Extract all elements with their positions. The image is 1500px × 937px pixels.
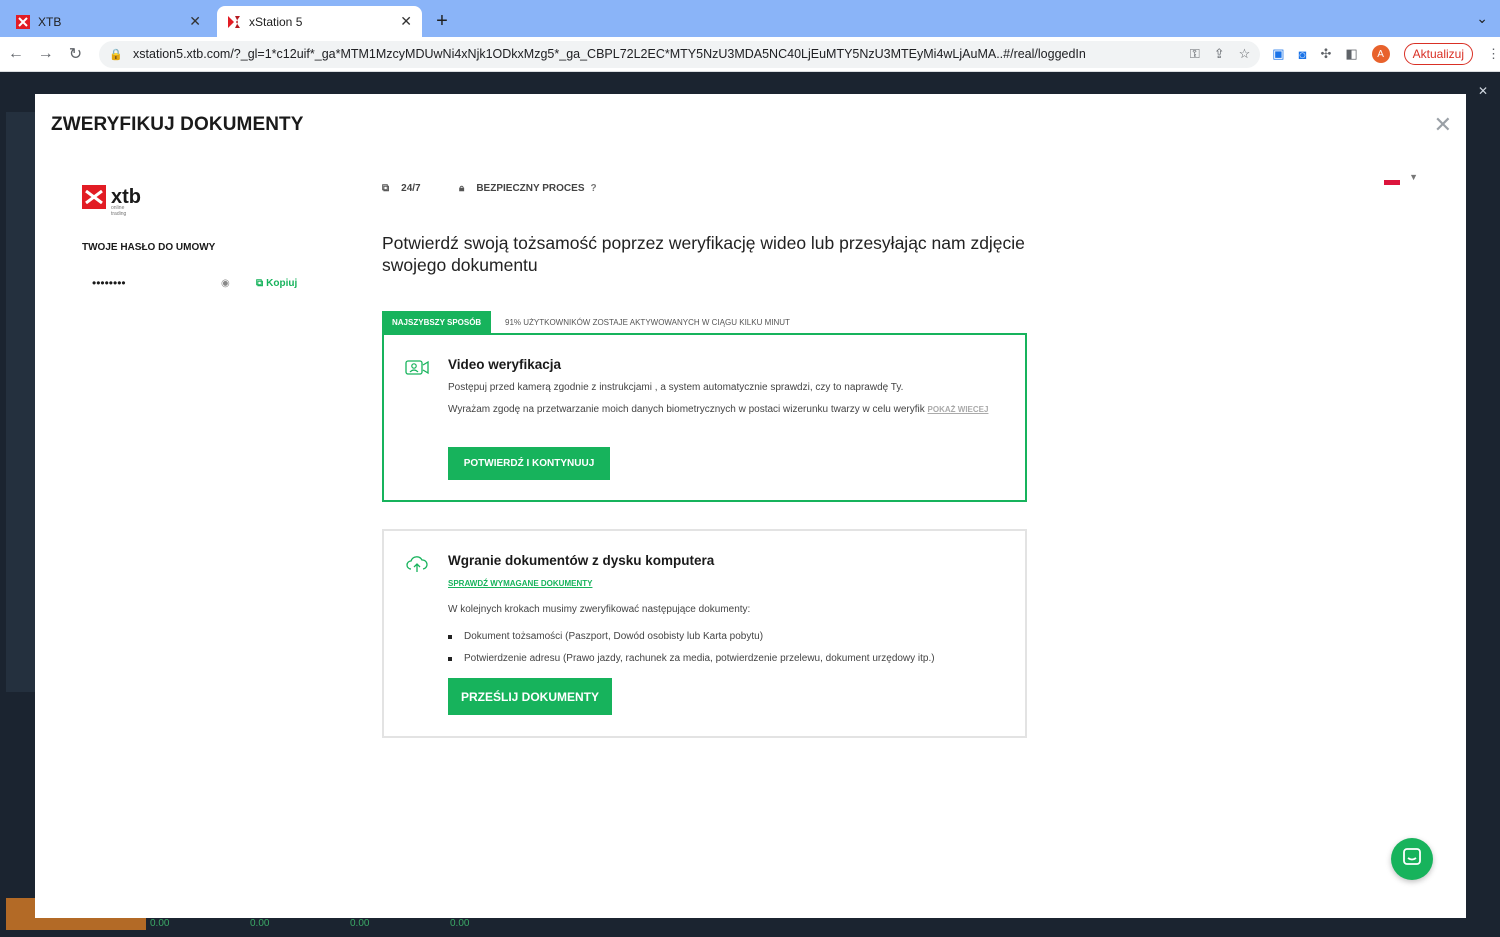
modal-title: ZWERYFIKUJ DOKUMENTY bbox=[51, 114, 304, 135]
profile-avatar[interactable]: A bbox=[1371, 45, 1390, 63]
help-icon[interactable]: ? bbox=[591, 183, 597, 194]
video-card-text: Postępuj przed kamerą zgodnie z instrukc… bbox=[448, 382, 904, 393]
tab-search-chevron-icon[interactable]: ⌄ bbox=[1476, 10, 1488, 27]
background-value: 0.00 bbox=[450, 918, 470, 929]
chat-button[interactable] bbox=[1391, 838, 1433, 880]
xtb-logo: xtb online trading bbox=[82, 185, 141, 217]
required-documents-list: Dokument tożsamości (Paszport, Dowód oso… bbox=[448, 631, 935, 675]
cloud-upload-icon bbox=[405, 555, 429, 578]
upload-documents-button[interactable]: PRZEŚLIJ DOKUMENTY bbox=[448, 678, 612, 715]
share-icon[interactable]: ⇪ bbox=[1214, 46, 1225, 62]
copy-icon: ⧉ bbox=[256, 278, 264, 289]
feature-247: ⧉ 24/7 bbox=[382, 183, 421, 194]
video-verification-card: Video weryfikacja Postępuj przed kamerą … bbox=[382, 333, 1027, 502]
bookmark-star-icon[interactable]: ☆ bbox=[1239, 46, 1251, 62]
feature-secure: 🔒︎ BEZPIECZNY PROCES ? bbox=[459, 183, 597, 194]
browser-toolbar: ← → ↻ 🔒 xstation5.xtb.com/?_gl=1*c12uif*… bbox=[0, 37, 1500, 72]
feature-label: 24/7 bbox=[401, 183, 421, 194]
upload-documents-card: Wgranie dokumentów z dysku komputera SPR… bbox=[382, 529, 1027, 738]
confirm-continue-button[interactable]: POTWIERDŹ I KONTYNUUJ bbox=[448, 447, 610, 480]
language-flag-icon[interactable] bbox=[1384, 176, 1400, 185]
upload-card-title: Wgranie dokumentów z dysku komputera bbox=[448, 553, 715, 568]
tab-xtb[interactable]: XTB ✕ bbox=[6, 6, 211, 37]
background-value: 0.00 bbox=[350, 918, 370, 929]
list-item-text: Dokument tożsamości (Paszport, Dowód oso… bbox=[464, 631, 764, 642]
fastest-note: 91% UŻYTKOWNIKÓW ZOSTAJE AKTYWOWANYCH W … bbox=[505, 318, 790, 327]
list-item: Potwierdzenie adresu (Prawo jazdy, rachu… bbox=[448, 653, 935, 664]
tab-title: XTB bbox=[38, 14, 62, 29]
reload-icon[interactable]: ↻ bbox=[62, 44, 90, 64]
xstation-favicon-icon bbox=[227, 15, 241, 29]
logo-tagline: online trading bbox=[111, 205, 127, 217]
market-watch-panel bbox=[6, 112, 36, 692]
background-value: 0.00 bbox=[150, 918, 170, 929]
chat-bubbles-icon: ⧉ bbox=[382, 183, 390, 194]
check-documents-link[interactable]: SPRAWDŹ WYMAGANE DOKUMENTY bbox=[448, 579, 592, 588]
lock-icon[interactable]: 🔒 bbox=[109, 48, 123, 61]
extension-icon[interactable]: ◙ bbox=[1299, 47, 1307, 62]
menu-dots-icon[interactable]: ⋮ bbox=[1487, 46, 1500, 62]
tab-xstation[interactable]: xStation 5 ✕ bbox=[217, 6, 422, 37]
copy-label: Kopiuj bbox=[266, 278, 298, 289]
browser-tabbar: XTB ✕ xStation 5 ✕ + ⌄ bbox=[0, 0, 1500, 37]
password-value: •••••••• bbox=[92, 276, 126, 290]
headline: Potwierdź swoją tożsamość poprzez weryfi… bbox=[382, 233, 1025, 275]
update-button[interactable]: Aktualizuj bbox=[1403, 43, 1473, 65]
verify-documents-modal: ZWERYFIKUJ DOKUMENTY ✕ xtb online tradin… bbox=[35, 94, 1466, 918]
upload-card-intro: W kolejnych krokach musimy zweryfikować … bbox=[448, 604, 751, 615]
xtb-favicon-icon bbox=[16, 14, 30, 29]
consent-text: Wyrażam zgodę na przetwarzanie moich dan… bbox=[448, 404, 925, 415]
back-icon[interactable]: ← bbox=[2, 45, 30, 63]
forward-icon[interactable]: → bbox=[32, 45, 60, 63]
fastest-badge: NAJSZYBSZY SPOSÓB bbox=[382, 311, 492, 333]
address-bar[interactable]: 🔒 xstation5.xtb.com/?_gl=1*c12uif*_ga*MT… bbox=[99, 40, 1261, 68]
password-label: TWOJE HASŁO DO UMOWY bbox=[82, 242, 216, 253]
lock-icon: 🔒︎ bbox=[459, 183, 465, 194]
list-item-text: Potwierdzenie adresu (Prawo jazdy, rachu… bbox=[464, 653, 935, 664]
close-tab-icon[interactable]: ✕ bbox=[400, 13, 412, 30]
close-icon[interactable]: ✕ bbox=[1478, 84, 1488, 98]
chevron-down-icon[interactable]: ▼ bbox=[1409, 172, 1418, 182]
logo-text: xtb bbox=[111, 186, 141, 208]
puzzle-icon[interactable]: ✣ bbox=[1320, 46, 1331, 62]
extension-icon[interactable]: ▣ bbox=[1272, 46, 1284, 62]
video-card-consent: Wyrażam zgodę na przetwarzanie moich dan… bbox=[448, 401, 1008, 419]
url-text[interactable]: xstation5.xtb.com/?_gl=1*c12uif*_ga*MTM1… bbox=[133, 47, 1190, 61]
key-icon[interactable]: ⚿ bbox=[1190, 46, 1200, 62]
background-values: 0.00 0.00 0.00 0.00 bbox=[150, 918, 650, 929]
close-tab-icon[interactable]: ✕ bbox=[189, 13, 201, 30]
video-card-title: Video weryfikacja bbox=[448, 357, 562, 372]
xtb-logo-icon bbox=[82, 185, 106, 209]
close-icon[interactable]: ✕ bbox=[1434, 112, 1452, 138]
new-tab-button[interactable]: + bbox=[428, 7, 456, 35]
copy-password-button[interactable]: ⧉ Kopiuj bbox=[256, 278, 297, 289]
background-value: 0.00 bbox=[250, 918, 270, 929]
sidepanel-icon[interactable]: ◧ bbox=[1345, 46, 1357, 62]
chat-icon bbox=[1402, 847, 1422, 872]
show-more-link[interactable]: POKAŻ WIECEJ bbox=[928, 405, 989, 414]
eye-icon[interactable]: ◉ bbox=[221, 278, 230, 289]
video-camera-icon bbox=[405, 359, 429, 382]
tab-title: xStation 5 bbox=[249, 14, 303, 29]
feature-label: BEZPIECZNY PROCES bbox=[476, 183, 585, 194]
list-item: Dokument tożsamości (Paszport, Dowód oso… bbox=[448, 631, 935, 642]
